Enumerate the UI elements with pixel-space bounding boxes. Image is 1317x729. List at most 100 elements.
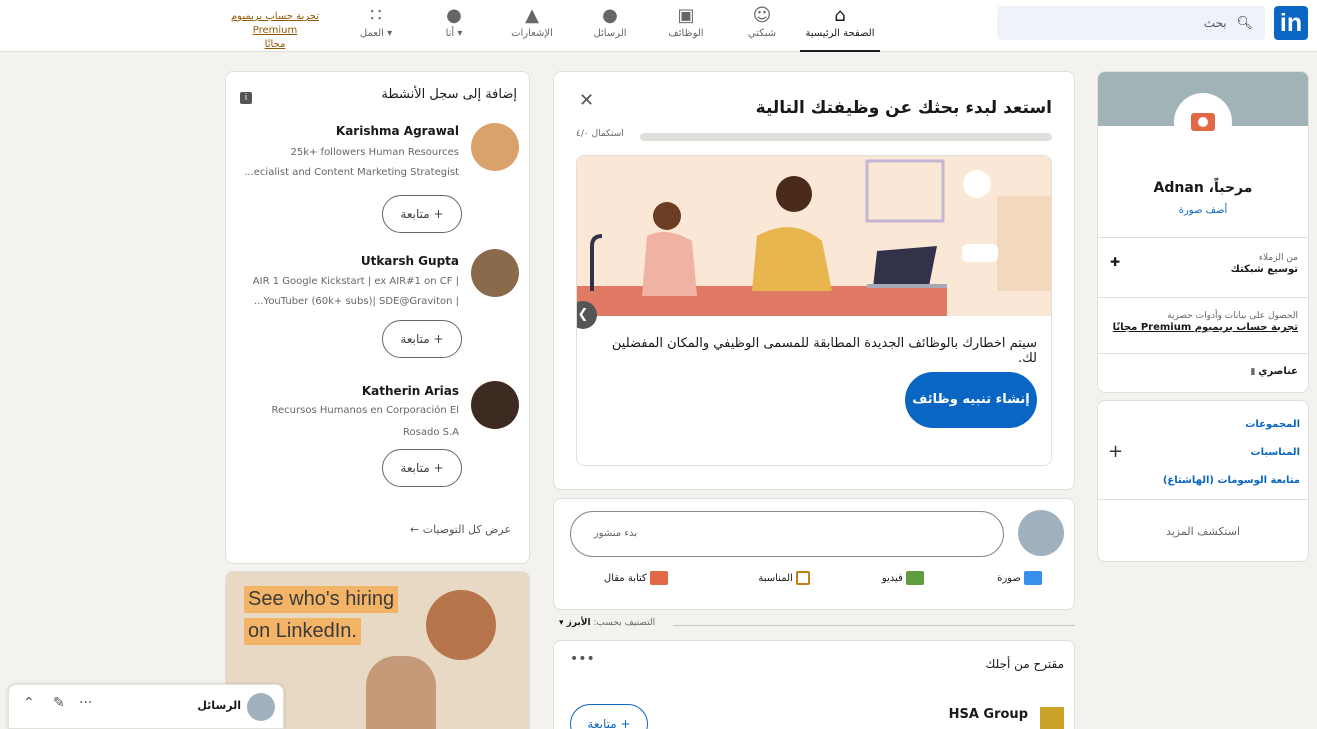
divider: [673, 625, 1075, 626]
suggested-post-card: مقترح من أجلك ••• HSA Group + متابعة: [553, 640, 1075, 729]
add-photo-link[interactable]: أضف صورة: [1098, 205, 1308, 216]
calendar-icon: [796, 571, 810, 585]
create-job-alert-button[interactable]: إنشاء تنبيه وظائف: [905, 372, 1037, 428]
nav-work-label: العمل ▾: [359, 28, 393, 39]
bell-icon: ▲: [525, 5, 539, 26]
nav-notifications[interactable]: ▲ الإشعارات: [492, 0, 572, 52]
video-icon: [906, 571, 924, 585]
person-name[interactable]: Karishma Agrawal: [336, 124, 459, 138]
connections-row[interactable]: من الزملاء توسيع شبكتك: [1231, 252, 1298, 276]
nav-jobs[interactable]: ▣ الوظائف: [646, 0, 726, 52]
home-icon: ⌂: [834, 5, 846, 26]
ad-photo: [426, 590, 496, 660]
photo-button[interactable]: صورة: [997, 571, 1042, 585]
progress-bar: [640, 133, 1052, 141]
person-name[interactable]: Utkarsh Gupta: [361, 254, 459, 268]
nav-messaging[interactable]: ● الرسائل: [570, 0, 650, 52]
divider: [1098, 237, 1308, 238]
follow-button[interactable]: + متابعة: [382, 320, 462, 358]
events-link[interactable]: المناسبات: [1251, 447, 1300, 458]
groups-link[interactable]: المجموعات: [1245, 419, 1300, 430]
video-label: فيديو: [881, 573, 903, 584]
premium-link: تجربة حساب بريميوم Premium مجانًا: [1112, 322, 1298, 333]
video-button[interactable]: فيديو: [882, 571, 924, 585]
write-article-button[interactable]: كتابة مقال: [604, 571, 668, 585]
saved-items-row[interactable]: عناصري ▮: [1250, 366, 1298, 378]
add-event-icon[interactable]: +: [1108, 441, 1123, 462]
search-icon: 🔍︎: [1236, 16, 1253, 31]
sort-row: التصنيف بحسب: الأبرز ▾: [553, 618, 1075, 632]
follow-button[interactable]: + متابعة: [382, 449, 462, 487]
company-logo: [1040, 707, 1064, 729]
premium-trial-link[interactable]: تجربة حساب بريميوم Premium مجانًا: [210, 10, 340, 52]
nav-home-label: الصفحة الرئيسية: [805, 28, 875, 39]
grid-icon: ∷: [370, 5, 382, 26]
briefcase-icon: ▣: [677, 5, 695, 26]
start-post-input[interactable]: بدء منشور: [570, 511, 1004, 557]
nav-me-label: أنا ▾: [445, 28, 463, 39]
message-icon: ●: [602, 5, 618, 26]
divider: [1098, 297, 1308, 298]
avatar: [1018, 510, 1064, 556]
community-card: المجموعات المناسبات + متابعة الوسومات (ا…: [1097, 400, 1309, 562]
nav-jobs-label: الوظائف: [668, 28, 704, 39]
premium-text: الحصول على بيانات وأدوات حصرية: [1167, 311, 1298, 321]
more-options-icon[interactable]: ···: [79, 695, 92, 711]
nav-messaging-label: الرسائل: [593, 28, 627, 39]
ad-photo: [366, 656, 436, 729]
network-icon: ☺: [752, 5, 772, 26]
company-name[interactable]: HSA Group: [949, 707, 1028, 722]
avatar[interactable]: [471, 123, 519, 171]
profile-avatar[interactable]: [1174, 93, 1232, 151]
info-icon[interactable]: i: [240, 92, 252, 104]
profile-card: مرحباً، Adnan أضف صورة من الزملاء توسيع …: [1097, 71, 1309, 393]
compose-icon[interactable]: ✎: [53, 695, 65, 711]
event-button[interactable]: المناسبة: [758, 571, 810, 585]
divider: [1098, 353, 1308, 354]
profile-greeting[interactable]: مرحباً، Adnan: [1098, 180, 1308, 196]
connections-label: من الزملاء: [1258, 253, 1298, 263]
article-label: كتابة مقال: [603, 573, 647, 584]
sort-value: الأبرز ▾: [559, 618, 591, 628]
nav-network[interactable]: ☺ شبكتي: [722, 0, 802, 52]
divider: [1098, 499, 1308, 500]
suggested-title: مقترح من أجلك: [985, 657, 1064, 671]
premium-line2: مجانًا: [264, 39, 286, 50]
saved-items-label: عناصري: [1258, 366, 1298, 377]
follow-recommendations-card: إضافة إلى سجل الأنشطة i Karishma Agrawal…: [225, 71, 530, 564]
photo-label: صورة: [997, 573, 1021, 584]
ad-headline-1: See who's hiring: [244, 586, 399, 613]
nav-work[interactable]: ∷ العمل ▾: [336, 0, 416, 52]
photo-icon: [1024, 571, 1042, 585]
premium-line1: تجربة حساب بريميوم Premium: [230, 11, 320, 36]
person-headline: Recursos Humanos en Corporación El: [271, 405, 459, 416]
follow-company-button[interactable]: + متابعة: [570, 704, 648, 729]
event-label: المناسبة: [758, 573, 793, 584]
nav-home[interactable]: ⌂ الصفحة الرئيسية: [800, 0, 880, 52]
camera-icon: [1191, 113, 1215, 131]
person-name[interactable]: Katherin Arias: [362, 384, 459, 398]
premium-row[interactable]: الحصول على بيانات وأدوات حصرية تجربة حسا…: [1113, 310, 1298, 334]
messaging-bar[interactable]: الرسائل ··· ✎ ⌃: [8, 684, 284, 729]
sort-dropdown[interactable]: التصنيف بحسب: الأبرز ▾: [555, 618, 660, 628]
avatar[interactable]: [471, 381, 519, 429]
person-headline: ...ecialist and Content Marketing Strate…: [244, 167, 459, 178]
nav-network-label: شبكتي: [747, 28, 777, 39]
carousel-prev-button[interactable]: ❮: [577, 301, 597, 329]
avatar[interactable]: [471, 249, 519, 297]
close-icon[interactable]: ✕: [579, 90, 594, 111]
person-headline: AIR 1 Google Kickstart | ex AIR#1 on CF …: [252, 276, 459, 287]
progress-label: استكمال ٤/٠: [576, 129, 624, 139]
view-all-recommendations-link[interactable]: عرض كل التوصيات ←: [410, 523, 511, 536]
search-input[interactable]: 🔍︎ بحث: [997, 6, 1265, 40]
messaging-label: الرسائل: [197, 699, 241, 712]
follow-button[interactable]: + متابعة: [382, 195, 462, 233]
more-options-icon[interactable]: •••: [570, 651, 595, 667]
add-person-icon: ✚: [1110, 255, 1121, 269]
chevron-up-icon[interactable]: ⌃: [23, 695, 35, 711]
linkedin-logo[interactable]: in: [1274, 6, 1308, 40]
discover-more-link[interactable]: استكشف المزيد: [1098, 525, 1308, 538]
hashtags-link[interactable]: متابعة الوسومات (الهاشتاغ): [1163, 475, 1300, 486]
nav-me[interactable]: ● أنا ▾: [414, 0, 494, 52]
job-search-card: استعد لبدء بحثك عن وظيفتك التالية ✕ استك…: [553, 71, 1075, 490]
